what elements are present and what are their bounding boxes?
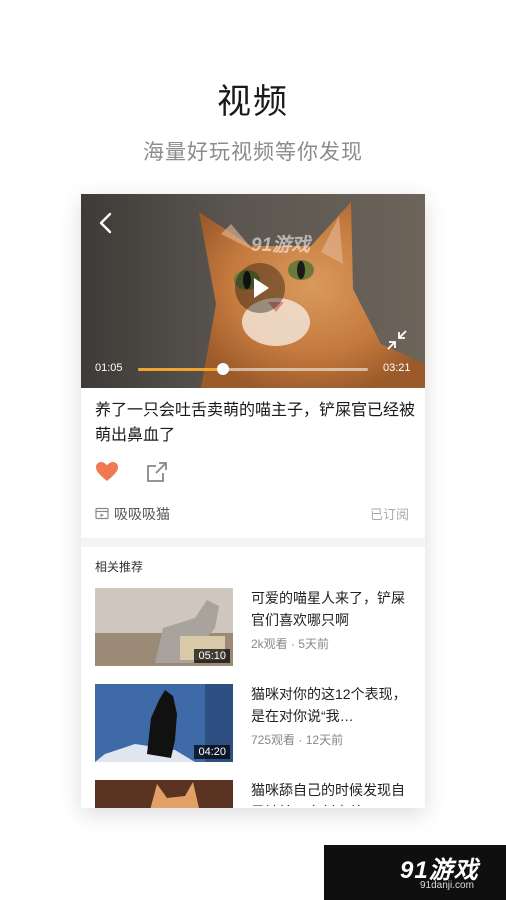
chevron-left-icon [99,212,112,234]
recommend-meta: 725观看 · 12天前 [251,731,343,748]
exit-fullscreen-button[interactable] [386,329,408,351]
play-button[interactable] [235,263,285,313]
channel-name[interactable]: 吸吸吸猫 [114,504,170,524]
recommend-item[interactable]: 04:20 猫咪对你的这12个表现，是在对你说“我… 725观看 · 12天前 [95,684,417,762]
recommend-header: 相关推荐 [95,560,144,574]
recommend-title[interactable]: 猫咪舔自己的时候发现自己被拍，立刻害羞 [251,779,411,806]
back-button[interactable] [95,210,117,236]
view-count: 725观看 [251,733,296,747]
hero-subtitle: 海量好玩视频等你发现 [143,141,363,164]
recommend-thumbnail[interactable]: 04:20 [95,684,233,762]
cat-thumbnail-image [95,780,233,808]
view-count: 2k观看 [251,637,288,651]
channel-icon [95,507,109,520]
video-card: 91游戏 01:05 03:21 养了一只会吐舌卖萌的喵主子，铲屎官已经被萌出鼻… [81,194,425,808]
recommend-meta: 2k观看 · 5天前 [251,635,329,652]
recommend-item[interactable]: 猫咪舔自己的时候发现自己被拍，立刻害羞 [95,780,417,808]
play-icon [254,278,269,298]
video-title: 养了一只会吐舌卖萌的喵主子，铲屎官已经被萌出鼻血了 [95,402,416,444]
subscribe-button[interactable]: 已订阅 [370,504,409,523]
hero-title: 视频 [217,83,289,121]
share-icon [147,462,167,482]
recommend-title[interactable]: 可爱的喵星人来了，铲屎官们喜欢哪只啊 [251,587,411,631]
progress-knob[interactable] [217,363,230,375]
progress-fill [138,368,224,371]
current-time: 01:05 [95,362,123,374]
player-watermark: 91游戏 [251,235,311,256]
video-player[interactable]: 91游戏 01:05 03:21 [81,194,425,388]
progress-bar[interactable] [138,363,368,375]
section-divider [81,538,425,547]
publish-time: 12天前 [305,733,344,747]
recommend-title[interactable]: 猫咪对你的这12个表现，是在对你说“我… [251,683,411,727]
share-button[interactable] [145,460,169,484]
like-button[interactable] [95,460,119,484]
shrink-icon [387,330,407,350]
watermark-url: 91danji.com [420,880,474,891]
meta-separator: · [298,733,306,747]
duration-badge: 04:20 [194,745,230,759]
recommend-item[interactable]: 05:10 可爱的喵星人来了，铲屎官们喜欢哪只啊 2k观看 · 5天前 [95,588,417,666]
publish-time: 5天前 [298,637,330,651]
heart-icon [96,462,118,481]
channel-row[interactable]: 吸吸吸猫 已订阅 [95,502,409,524]
total-time: 03:21 [383,362,411,374]
recommend-thumbnail[interactable]: 05:10 [95,588,233,666]
duration-badge: 05:10 [194,649,230,663]
recommend-thumbnail[interactable] [95,780,233,808]
